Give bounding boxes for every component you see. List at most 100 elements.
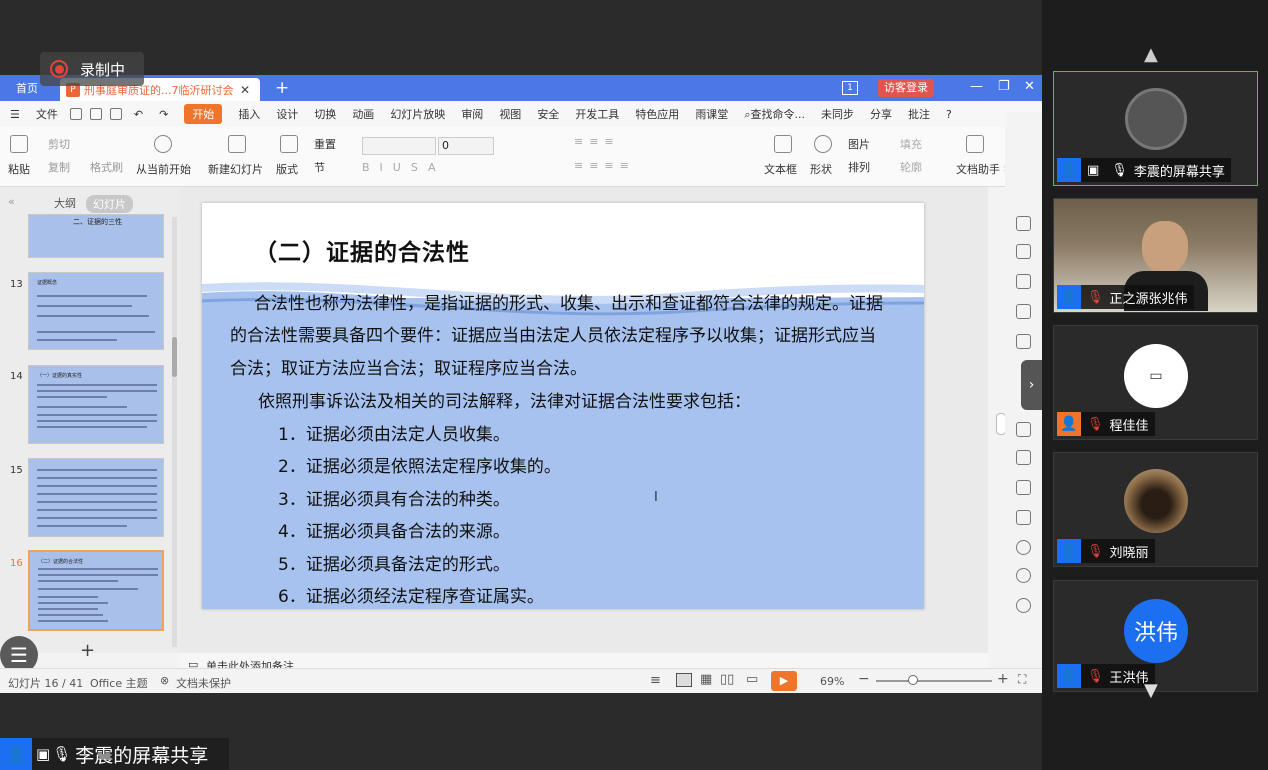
outline-button[interactable]: 轮廓	[900, 159, 922, 175]
new-tab-icon[interactable]: +	[275, 78, 289, 98]
doc-helper-icon[interactable]	[966, 135, 984, 153]
close-tab-icon[interactable]: ✕	[240, 83, 250, 97]
arrange-button[interactable]: 排列	[848, 159, 870, 175]
doc-helper-button[interactable]: 文档助手	[956, 161, 1000, 177]
menu-file[interactable]: 文件	[36, 106, 58, 122]
textbox-icon[interactable]	[774, 135, 792, 153]
participant-tile[interactable]: ▭ 👤 🎙 程佳佳	[1053, 325, 1258, 440]
slide[interactable]: （二）证据的合法性 合法性也称为法律性，是指证据的形式、收集、出示和查证都符合法…	[202, 203, 924, 609]
text-format-buttons[interactable]: BIUSA	[362, 161, 446, 174]
new-slide-icon[interactable]	[228, 135, 246, 153]
menu-design[interactable]: 设计	[276, 106, 298, 122]
align-buttons[interactable]: ≡≡≡≡	[574, 159, 635, 172]
picture-button[interactable]: 图片	[848, 136, 870, 152]
textbox-button[interactable]: 文本框	[764, 161, 797, 177]
menu-view[interactable]: 视图	[499, 106, 521, 122]
location-tool-icon[interactable]	[1016, 540, 1031, 555]
play-slideshow-button[interactable]: ▶	[771, 671, 797, 691]
participant-tile[interactable]: 👤 🎙 正之源张兆伟	[1053, 198, 1258, 313]
shape-tool-icon[interactable]	[1016, 274, 1031, 289]
paste-label[interactable]: 粘贴	[8, 161, 30, 177]
restore-icon[interactable]: ❐	[998, 79, 1010, 94]
hamburger-icon[interactable]: ☰	[10, 108, 20, 121]
menu-features[interactable]: 特色应用	[635, 106, 679, 122]
reset-button[interactable]: 重置	[314, 136, 336, 152]
menu-animation[interactable]: 动画	[352, 106, 374, 122]
save-icon[interactable]	[69, 108, 82, 120]
slide-thumbnail[interactable]: 二、证据的三性	[28, 214, 164, 258]
minimize-icon[interactable]: —	[970, 79, 983, 94]
export-tool-icon[interactable]	[1016, 422, 1031, 437]
search-command[interactable]: ⌕查找命令...	[744, 106, 805, 122]
menu-review[interactable]: 审阅	[461, 106, 483, 122]
from-current-button[interactable]: 从当前开始	[136, 161, 191, 177]
font-size-select[interactable]: 0	[438, 137, 494, 155]
notes-view-icon[interactable]: ▭	[746, 672, 758, 687]
grid-tool-icon[interactable]	[1016, 304, 1031, 319]
history-tool-icon[interactable]	[1016, 568, 1031, 583]
zoom-slider[interactable]	[876, 675, 992, 685]
menu-slideshow[interactable]: 幻灯片放映	[390, 106, 445, 122]
paragraph-buttons[interactable]: ≡≡≡	[574, 135, 620, 148]
audio-tool-icon[interactable]	[1016, 510, 1031, 525]
help-icon[interactable]: ?	[946, 108, 952, 121]
zoom-in-icon[interactable]: +	[997, 671, 1009, 687]
close-window-icon[interactable]: ✕	[1024, 79, 1035, 94]
slide-thumbnail[interactable]: （一）证据的真实性	[28, 365, 164, 444]
scroll-down-icon[interactable]: ▼	[1144, 680, 1158, 701]
chart-tool-icon[interactable]	[1016, 334, 1031, 349]
paste-icon[interactable]	[10, 135, 28, 153]
expand-panel-icon[interactable]: ›	[1021, 360, 1042, 410]
tab-slides[interactable]: 幻灯片	[86, 195, 133, 213]
select-tool-icon[interactable]	[1016, 216, 1031, 231]
shape-icon[interactable]	[814, 135, 832, 153]
scroll-up-icon[interactable]: ▲	[1144, 44, 1158, 65]
preview-icon[interactable]	[109, 108, 122, 120]
sync-status[interactable]: 未同步	[821, 106, 854, 122]
cut-button[interactable]: 剪切	[48, 136, 70, 152]
menu-rainclass[interactable]: 雨课堂	[695, 106, 728, 122]
undo-icon[interactable]: ↶	[134, 108, 143, 121]
add-slide-icon[interactable]: +	[80, 640, 95, 661]
view-menu-icon[interactable]: ≡	[650, 673, 661, 688]
zoom-level[interactable]: 69%	[820, 675, 844, 688]
visitor-login-button[interactable]: 访客登录	[878, 79, 934, 97]
protection-status[interactable]: 文档未保护	[176, 675, 231, 691]
normal-view-icon[interactable]	[676, 673, 692, 687]
slide-thumbnail[interactable]: 证据概念	[28, 272, 164, 350]
zoom-out-icon[interactable]: −	[858, 671, 870, 687]
menu-insert[interactable]: 插入	[238, 106, 260, 122]
layout-button[interactable]: 版式	[276, 161, 298, 177]
print-icon[interactable]	[89, 108, 102, 120]
participant-tile[interactable]: 洪伟 👤 🎙 王洪伟	[1053, 580, 1258, 692]
menu-start[interactable]: 开始	[184, 104, 223, 124]
redo-icon[interactable]: ↷	[159, 108, 168, 121]
fit-window-icon[interactable]: ⛶	[1018, 672, 1026, 687]
play-icon[interactable]	[154, 135, 172, 153]
copy-button[interactable]: 复制	[48, 159, 70, 175]
slide-thumbnail-active[interactable]: （二）证据的合法性	[28, 550, 164, 631]
shape-button[interactable]: 形状	[810, 161, 832, 177]
copy-tool-icon[interactable]	[1016, 244, 1031, 259]
box-tool-icon[interactable]	[1016, 450, 1031, 465]
participant-tile[interactable]: 👤 🎙 刘晓丽	[1053, 452, 1258, 567]
comment-button[interactable]: 批注	[908, 106, 930, 122]
menu-devtools[interactable]: 开发工具	[575, 106, 619, 122]
window-count-badge[interactable]: 1	[842, 81, 858, 95]
help-tool-icon[interactable]	[1016, 598, 1031, 613]
participant-tile[interactable]: 👤 ▣ 🎙 李震的屏幕共享	[1053, 71, 1258, 186]
font-family-select[interactable]	[362, 137, 436, 155]
image-tool-icon[interactable]	[1016, 480, 1031, 495]
new-slide-button[interactable]: 新建幻灯片	[208, 161, 263, 177]
panel-scrollbar[interactable]	[172, 217, 177, 647]
section-button[interactable]: 节	[314, 159, 325, 175]
layout-icon[interactable]	[280, 135, 298, 153]
format-painter-button[interactable]: 格式刷	[90, 159, 123, 175]
reading-view-icon[interactable]: ▯▯	[720, 672, 734, 687]
share-button[interactable]: 分享	[870, 106, 892, 122]
tab-outline[interactable]: 大纲	[54, 195, 76, 211]
menu-transition[interactable]: 切换	[314, 106, 336, 122]
sorter-view-icon[interactable]: ▦	[700, 672, 712, 687]
fill-button[interactable]: 填充	[900, 136, 922, 152]
collapse-panel-icon[interactable]: «	[8, 195, 15, 208]
